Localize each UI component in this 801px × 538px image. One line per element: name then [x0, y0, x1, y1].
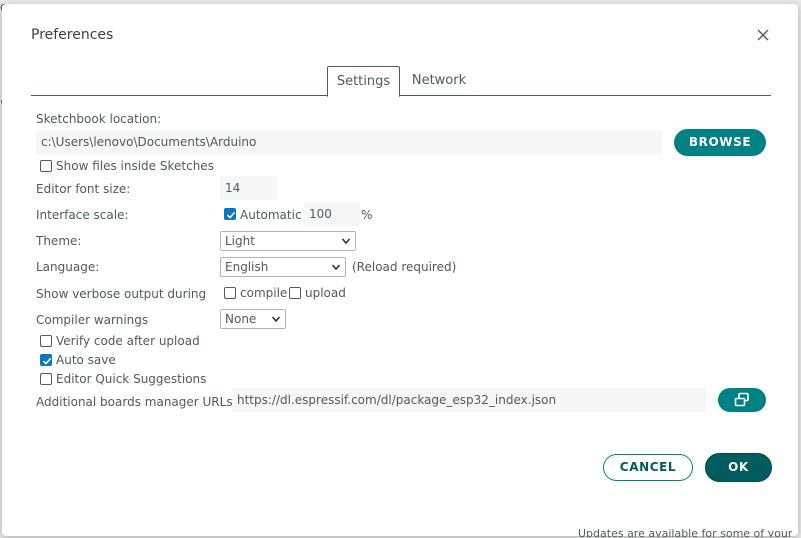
theme-label: Theme: [36, 234, 82, 248]
sketchbook-location-label: Sketchbook location: [36, 112, 162, 126]
check-icon [226, 211, 236, 219]
reload-required-note: (Reload required) [352, 260, 457, 274]
language-label: Language: [36, 260, 100, 274]
verify-code-checkbox[interactable] [40, 335, 52, 347]
upload-label: upload [305, 286, 346, 300]
open-window-icon [734, 392, 749, 407]
chevron-down-icon [331, 264, 341, 271]
theme-select-value: Light [225, 234, 255, 248]
check-icon [42, 357, 52, 365]
interface-scale-input[interactable]: 100 [304, 202, 360, 226]
show-files-label: Show files inside Sketches [56, 159, 214, 173]
quick-suggestions-checkbox[interactable] [40, 373, 52, 385]
sketchbook-location-input[interactable]: c:\Users\lenovo\Documents\Arduino [36, 130, 662, 154]
language-select[interactable]: English [220, 257, 346, 277]
upload-checkbox[interactable] [289, 287, 301, 299]
boards-urls-label: Additional boards manager URLs: [36, 395, 237, 409]
compile-label: compile [240, 286, 288, 300]
language-select-value: English [225, 260, 269, 274]
boards-urls-input[interactable]: https://dl.espressif.com/dl/package_esp3… [232, 388, 706, 412]
theme-select[interactable]: Light [220, 231, 356, 251]
automatic-scale-checkbox[interactable] [224, 208, 236, 220]
tabs-divider [31, 95, 771, 96]
close-icon[interactable] [754, 26, 772, 44]
quick-suggestions-label: Editor Quick Suggestions [56, 372, 207, 386]
automatic-label: Automatic [240, 208, 302, 222]
preferences-dialog: Preferences Settings Network Sketchbook … [2, 4, 798, 536]
chevron-down-icon [341, 238, 351, 245]
tab-settings[interactable]: Settings [327, 66, 400, 97]
font-size-label: Editor font size: [36, 182, 131, 196]
tab-network[interactable]: Network [404, 66, 474, 95]
ok-button[interactable]: OK [705, 453, 772, 482]
background-notification-text: Updates are available for some of your [578, 527, 793, 537]
font-size-input[interactable]: 14 [220, 176, 277, 200]
interface-scale-label: Interface scale: [36, 208, 129, 222]
chevron-down-icon [271, 316, 281, 323]
compiler-warnings-value: None [225, 312, 257, 326]
compiler-warnings-select[interactable]: None [220, 309, 286, 329]
scale-unit: % [361, 208, 373, 222]
show-files-checkbox[interactable] [40, 160, 52, 172]
cancel-button[interactable]: CANCEL [603, 454, 693, 481]
verify-code-label: Verify code after upload [56, 334, 200, 348]
compile-checkbox[interactable] [224, 287, 236, 299]
auto-save-label: Auto save [56, 353, 116, 367]
browse-button[interactable]: BROWSE [674, 129, 766, 156]
verbose-output-label: Show verbose output during [36, 287, 207, 301]
edit-urls-button[interactable] [718, 388, 766, 412]
compiler-warnings-label: Compiler warnings [36, 313, 149, 327]
dialog-title: Preferences [31, 27, 114, 43]
auto-save-checkbox[interactable] [40, 354, 52, 366]
